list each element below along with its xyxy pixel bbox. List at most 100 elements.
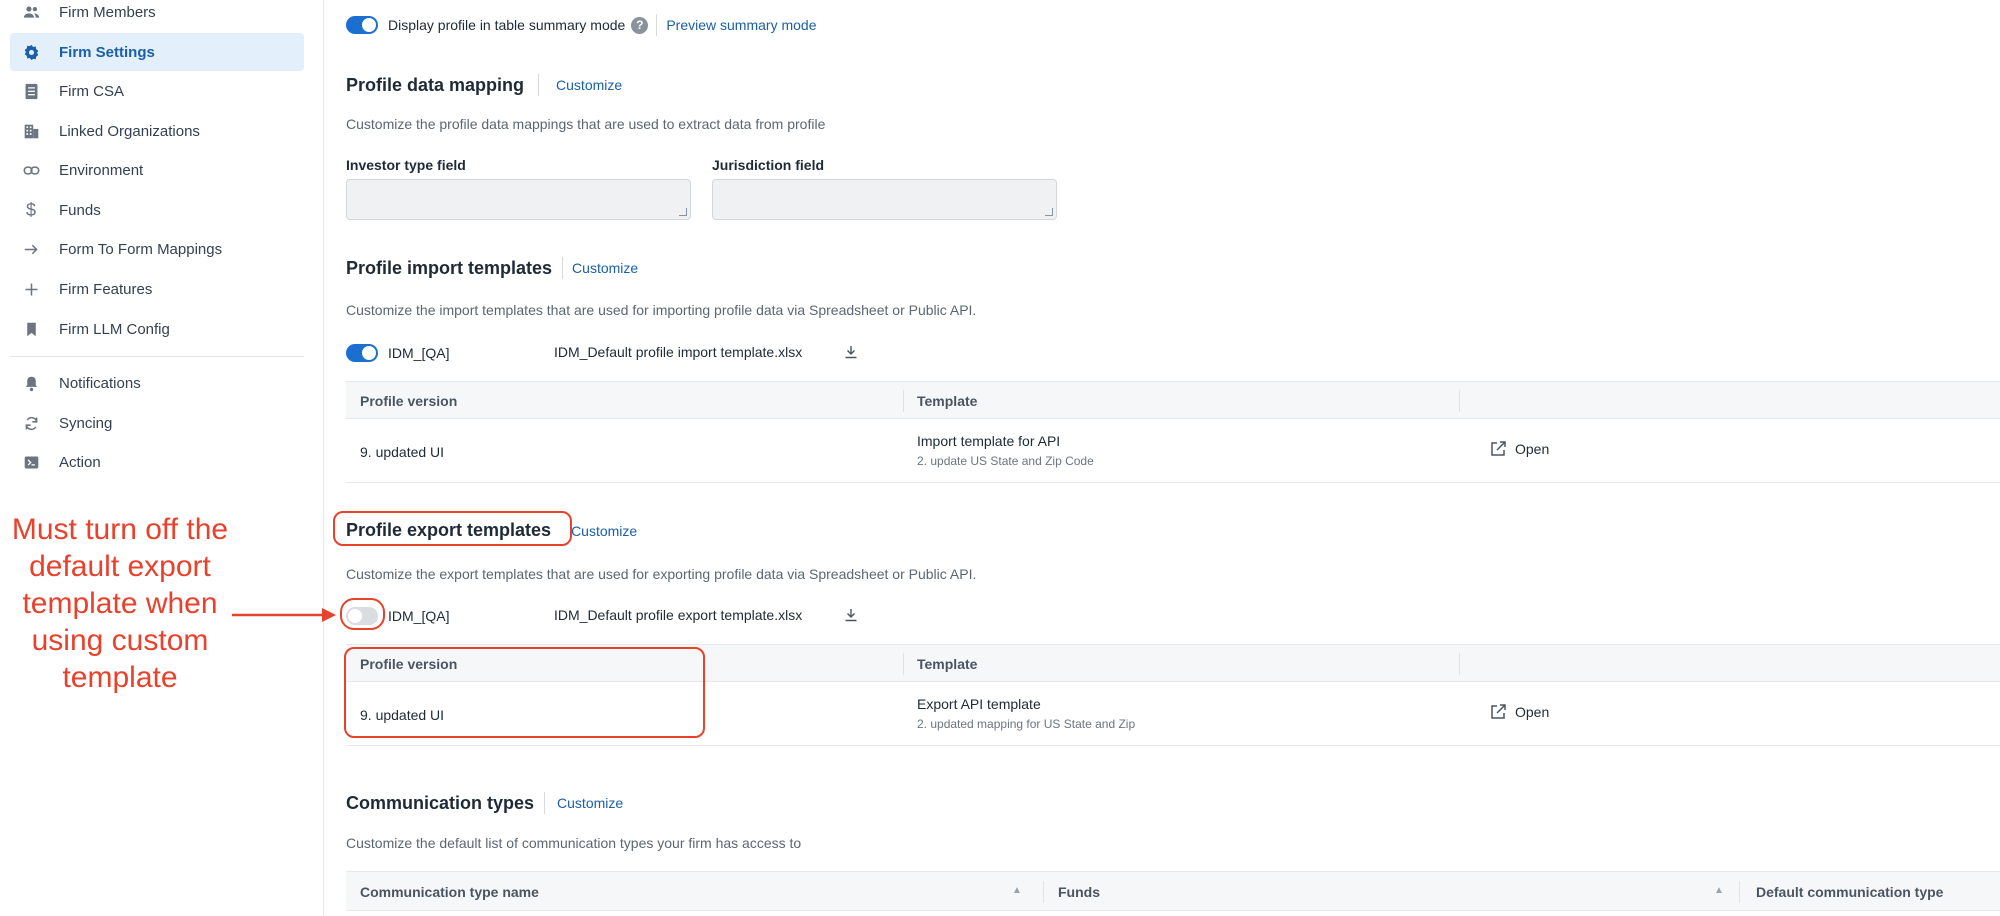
- summary-mode-toggle[interactable]: [346, 16, 378, 34]
- separator: [538, 74, 540, 96]
- preview-summary-link[interactable]: Preview summary mode: [666, 17, 816, 33]
- annotation-highlight-title: [333, 511, 572, 546]
- column-header-profile-version: Profile version: [360, 393, 458, 409]
- row-divider: [346, 745, 2000, 746]
- section-description: Customize the import templates that are …: [346, 302, 977, 318]
- sidebar-item-action[interactable]: Action: [10, 443, 304, 481]
- sidebar-item-label: Firm Features: [59, 280, 153, 298]
- template-name-cell: Import template for API: [917, 433, 1061, 449]
- column-header-default-type[interactable]: Default communication type: [1756, 884, 1943, 900]
- profile-data-mapping-header: Profile data mapping Customize: [346, 74, 622, 96]
- table-row: 9. updated UI Import template for API 2.…: [346, 420, 2000, 482]
- section-description: Customize the profile data mappings that…: [346, 116, 826, 132]
- sidebar-divider: [10, 356, 304, 357]
- sidebar-item-firm-csa[interactable]: Firm CSA: [10, 72, 304, 110]
- sidebar-item-environment[interactable]: Environment: [10, 151, 304, 189]
- column-header-template: Template: [917, 393, 978, 409]
- sidebar-item-label: Syncing: [59, 414, 113, 432]
- sidebar-item-label: Firm LLM Config: [59, 320, 170, 338]
- open-export-template-button[interactable]: Open: [1490, 704, 1549, 720]
- annotation-highlight-version: [344, 647, 705, 738]
- export-toggle-label: IDM_[QA]: [388, 608, 450, 624]
- customize-data-mapping-link[interactable]: Customize: [556, 77, 622, 93]
- sidebar-item-label: Action: [59, 453, 101, 471]
- section-title: Profile data mapping: [346, 74, 525, 95]
- sidebar-item-label: Form To Form Mappings: [59, 240, 223, 258]
- sidebar-item-label: Environment: [59, 161, 144, 179]
- sidebar-item-linked-organizations[interactable]: Linked Organizations: [10, 112, 304, 150]
- annotation-arrow-icon: [232, 608, 336, 622]
- plus-icon: [22, 280, 40, 298]
- section-title: Profile import templates: [346, 257, 553, 278]
- column-separator: [903, 653, 904, 675]
- arrow-right-icon: [22, 240, 40, 258]
- template-name-cell: Export API template: [917, 696, 1041, 712]
- external-link-icon: [1491, 441, 1506, 456]
- export-file-name: IDM_Default profile export template.xlsx: [554, 607, 803, 623]
- import-toggle-label: IDM_[QA]: [388, 345, 450, 361]
- sidebar-item-firm-features[interactable]: Firm Features: [10, 270, 304, 308]
- sidebar-item-label: Notifications: [59, 374, 141, 392]
- import-toggle-row: IDM_[QA]: [346, 344, 449, 362]
- sidebar-item-firm-members[interactable]: Firm Members: [10, 0, 304, 31]
- open-import-template-button[interactable]: Open: [1490, 441, 1549, 457]
- download-icon[interactable]: [844, 345, 858, 359]
- main-content: Display profile in table summary mode ? …: [333, 0, 2000, 916]
- sidebar-item-label: Linked Organizations: [59, 122, 200, 140]
- sidebar-item-syncing[interactable]: Syncing: [10, 404, 304, 442]
- separator: [562, 257, 564, 279]
- summary-mode-row: Display profile in table summary mode ? …: [346, 14, 816, 36]
- column-header-communication-type[interactable]: Communication type name: [360, 884, 539, 900]
- customize-import-link[interactable]: Customize: [572, 260, 638, 276]
- column-separator: [1459, 390, 1460, 412]
- column-header-template: Template: [917, 656, 978, 672]
- sidebar-item-notifications[interactable]: Notifications: [10, 364, 304, 402]
- document-icon: [22, 82, 40, 100]
- separator: [656, 14, 658, 36]
- import-table-header: Profile version Template: [346, 381, 2000, 419]
- customize-communication-link[interactable]: Customize: [557, 795, 623, 811]
- sidebar-item-form-to-form-mappings[interactable]: Form To Form Mappings: [10, 230, 304, 268]
- section-description: Customize the default list of communicat…: [346, 835, 802, 851]
- sidebar-item-label: Firm Settings: [59, 43, 155, 61]
- row-divider: [346, 482, 2000, 483]
- gear-icon: [22, 43, 40, 61]
- sidebar-item-firm-settings[interactable]: Firm Settings: [10, 33, 304, 71]
- jurisdiction-field[interactable]: [712, 179, 1057, 220]
- sort-icon[interactable]: ▲: [1012, 885, 1022, 896]
- column-separator: [1043, 881, 1044, 903]
- download-icon[interactable]: [844, 608, 858, 622]
- dollar-icon: $: [25, 199, 36, 220]
- open-label: Open: [1515, 704, 1550, 720]
- separator: [544, 792, 546, 814]
- building-icon: [22, 122, 40, 140]
- sort-icon[interactable]: ▲: [1714, 885, 1724, 896]
- investor-type-field[interactable]: [346, 179, 691, 220]
- column-separator: [1739, 881, 1740, 903]
- jurisdiction-label: Jurisdiction field: [712, 157, 825, 173]
- section-title: Communication types: [346, 792, 535, 813]
- customize-export-link[interactable]: Customize: [571, 523, 637, 539]
- bell-icon: [22, 374, 40, 392]
- sidebar: Firm Members Firm Settings Firm CSA Link…: [0, 0, 324, 916]
- import-default-toggle[interactable]: [346, 344, 378, 362]
- template-version-cell: 2. update US State and Zip Code: [917, 454, 1094, 468]
- open-label: Open: [1515, 441, 1550, 457]
- column-separator: [903, 390, 904, 412]
- column-header-funds[interactable]: Funds: [1058, 884, 1100, 900]
- import-file-name: IDM_Default profile import template.xlsx: [554, 344, 803, 360]
- communication-types-header: Communication types Customize: [346, 792, 623, 814]
- communication-table-header: Communication type name ▲ Funds ▲ Defaul…: [346, 871, 2000, 911]
- users-icon: [22, 3, 40, 21]
- link-icon: [22, 161, 40, 179]
- sidebar-item-firm-llm-config[interactable]: Firm LLM Config: [10, 310, 304, 348]
- import-templates-header: Profile import templates Customize: [346, 257, 638, 279]
- bookmark-icon: [22, 320, 40, 338]
- sync-icon: [22, 414, 40, 432]
- sidebar-item-funds[interactable]: $ Funds: [10, 191, 304, 229]
- section-description: Customize the export templates that are …: [346, 566, 977, 582]
- sidebar-item-label: Firm Members: [59, 3, 156, 21]
- help-icon[interactable]: ?: [631, 16, 649, 34]
- terminal-icon: [22, 453, 40, 471]
- investor-type-label: Investor type field: [346, 157, 466, 173]
